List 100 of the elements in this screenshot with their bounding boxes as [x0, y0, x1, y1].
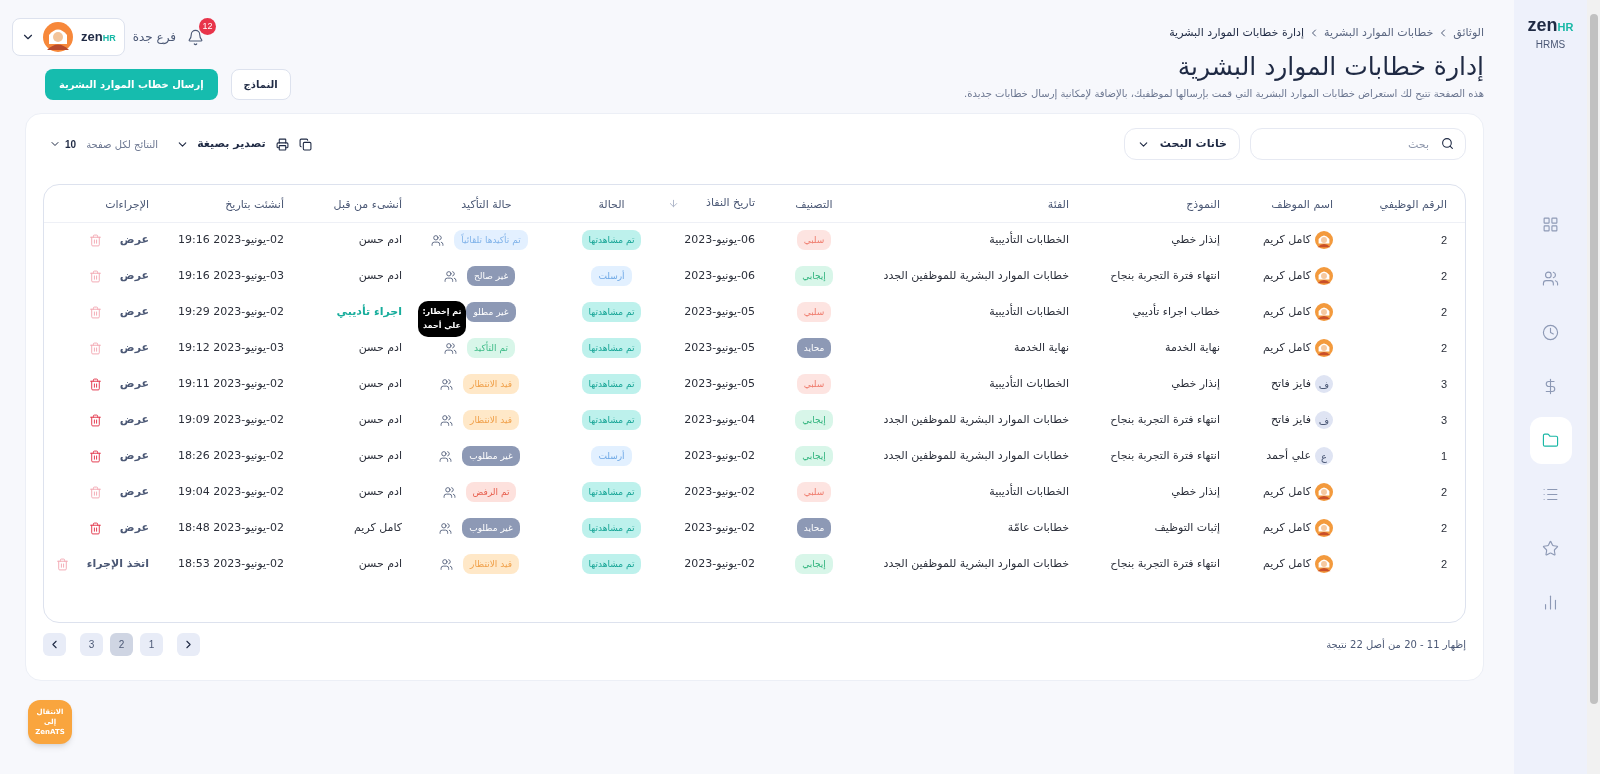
table-cell-text: خطاب اجراء تأديبي: [1131, 302, 1221, 320]
table-cell-text: خطابات الموارد البشرية للموظفين الجدد: [882, 267, 1070, 284]
templates-button[interactable]: النماذج: [230, 69, 291, 100]
initial-avatar: ع: [1315, 447, 1333, 465]
page-button[interactable]: 3: [80, 633, 103, 656]
creator-name: ادم حسن: [358, 412, 402, 426]
table-cell-text: 02-يونيو-2023: [683, 483, 756, 500]
breadcrumb-link[interactable]: خطابات الموارد البشرية: [1324, 24, 1434, 42]
users-icon[interactable]: [443, 269, 457, 283]
employee-name: فايز فاتح: [1271, 411, 1311, 428]
view-link[interactable]: اتخذ الإجراء: [86, 555, 149, 573]
table-cell-text: 05-يونيو-2023: [683, 303, 756, 320]
column-header[interactable]: الإجراءات: [105, 198, 149, 212]
table-cell-text: 03-يونيو-2023 19:16: [177, 267, 285, 284]
employee-name: كامل كريم: [1263, 555, 1311, 572]
table-cell-text: 02-يونيو-2023: [683, 555, 756, 572]
status-tag: تم مشاهدتها: [581, 482, 642, 502]
table-cell-text: 2: [1439, 268, 1448, 284]
sidebar-item[interactable]: [1529, 417, 1572, 464]
classification-tag: إيجابي: [795, 446, 833, 466]
confirmation-tag: غير صالح: [466, 266, 516, 286]
initial-avatar: ف: [1315, 375, 1333, 393]
user-avatar: [43, 22, 73, 52]
table-cell-text: 02-يونيو-2023 18:53: [177, 555, 285, 572]
creator-name: ادم حسن: [358, 268, 402, 282]
view-link[interactable]: عرض: [119, 303, 149, 321]
employee-name: كامل كريم: [1263, 339, 1311, 356]
table-cell-text: الخطابات التأديبية: [988, 374, 1070, 392]
list-icon: [1542, 486, 1559, 503]
users-icon[interactable]: [440, 557, 454, 571]
view-link[interactable]: عرض: [119, 232, 149, 249]
view-link[interactable]: عرض: [119, 411, 149, 429]
confirmation-tag: تم التأكيد: [467, 338, 515, 358]
view-link[interactable]: عرض: [119, 483, 149, 501]
column-header[interactable]: حالة التأكيد: [461, 198, 512, 212]
users-icon[interactable]: [442, 485, 456, 499]
creator-name: كامل كريم: [354, 520, 402, 534]
next-page-button[interactable]: [43, 633, 66, 656]
results-summary: إظهار 11 - 20 من أصل 22 نتيجة: [1326, 637, 1466, 652]
view-link[interactable]: عرض: [119, 339, 149, 357]
view-link[interactable]: عرض: [119, 519, 149, 537]
users-icon[interactable]: [440, 413, 454, 427]
bell-icon[interactable]: [186, 28, 204, 46]
table-cell-text: 04-يونيو-2023: [683, 411, 756, 428]
trash-icon[interactable]: [88, 413, 102, 427]
column-header[interactable]: تاريخ النفاذ: [706, 195, 755, 212]
users-icon[interactable]: [444, 341, 458, 355]
star-icon: [1542, 540, 1559, 557]
trash-icon[interactable]: [88, 377, 102, 391]
trash-icon[interactable]: [88, 449, 102, 463]
table-cell-text: الخطابات التأديبية: [988, 302, 1070, 320]
page-button[interactable]: 1: [140, 633, 163, 656]
view-link[interactable]: عرض: [119, 375, 149, 393]
users-icon[interactable]: [439, 449, 453, 463]
table-cell-text: 2: [1439, 340, 1448, 356]
branch-name: فرع جدة: [132, 29, 176, 46]
breadcrumb-link[interactable]: إدارة خطابات الموارد البشرية: [1169, 24, 1304, 42]
column-header[interactable]: الفئة: [1047, 198, 1069, 212]
status-tag: أرسلت: [591, 266, 632, 286]
users-icon[interactable]: [439, 521, 453, 535]
page-size-dropdown[interactable]: 10: [49, 136, 77, 152]
export-dropdown[interactable]: تصدير بصيغة: [176, 135, 266, 153]
table-cell-text: 2: [1439, 484, 1448, 500]
table-cell-text: انتهاء فترة التجربة بنجاح: [1109, 267, 1221, 284]
view-link[interactable]: عرض: [119, 267, 149, 285]
page-size-label: النتائج لكل صفحة: [86, 137, 159, 152]
employee-name: كامل كريم: [1263, 267, 1311, 284]
search-field[interactable]: بحث: [1250, 128, 1466, 160]
column-header[interactable]: اسم الموظف: [1271, 198, 1333, 212]
users-icon[interactable]: [440, 377, 454, 391]
scrollbar[interactable]: [1587, 0, 1600, 774]
print-icon[interactable]: [275, 137, 289, 151]
zenhr-logo: zenHR: [81, 28, 116, 47]
table-cell-text: 03-يونيو-2023 19:12: [177, 339, 285, 356]
confirmation-tag: تم تأكيدها تلقائياً: [454, 230, 528, 251]
table-cell-text: 1: [1439, 448, 1448, 464]
classification-tag: محايد: [796, 518, 832, 538]
table-cell-text: انتهاء فترة التجربة بنجاح: [1109, 447, 1221, 464]
trash-icon[interactable]: [88, 521, 102, 535]
table-cell-text: 05-يونيو-2023: [683, 339, 756, 356]
copy-icon[interactable]: [298, 137, 312, 151]
search-columns-dropdown[interactable]: خانات البحث: [1123, 128, 1240, 160]
column-header[interactable]: التصنيف: [795, 198, 833, 212]
sort-arrow-icon[interactable]: [668, 197, 679, 209]
view-link[interactable]: عرض: [119, 447, 149, 465]
previous-page-button[interactable]: [177, 633, 200, 656]
table-cell: 02-يونيو-2023 19:16: [169, 222, 299, 258]
classification-tag: إيجابي: [795, 554, 833, 574]
page-button[interactable]: 2: [110, 633, 133, 656]
breadcrumb-link[interactable]: الوثائق: [1453, 24, 1484, 42]
column-header[interactable]: الرقم الوظيفي: [1379, 198, 1447, 212]
employee-name: كامل كريم: [1263, 483, 1311, 500]
column-header[interactable]: أنشئت بتاريخ: [225, 198, 284, 212]
column-header[interactable]: النموذج: [1186, 198, 1220, 212]
table-cell-text: إنذار خطي: [1170, 375, 1221, 392]
column-header[interactable]: الحالة: [598, 198, 625, 212]
users-icon[interactable]: [431, 233, 445, 247]
table-cell-text: نهاية الخدمة: [1164, 339, 1221, 356]
column-header[interactable]: أنشىء من قبل: [333, 198, 402, 212]
user-menu[interactable]: zenHR: [12, 18, 125, 56]
